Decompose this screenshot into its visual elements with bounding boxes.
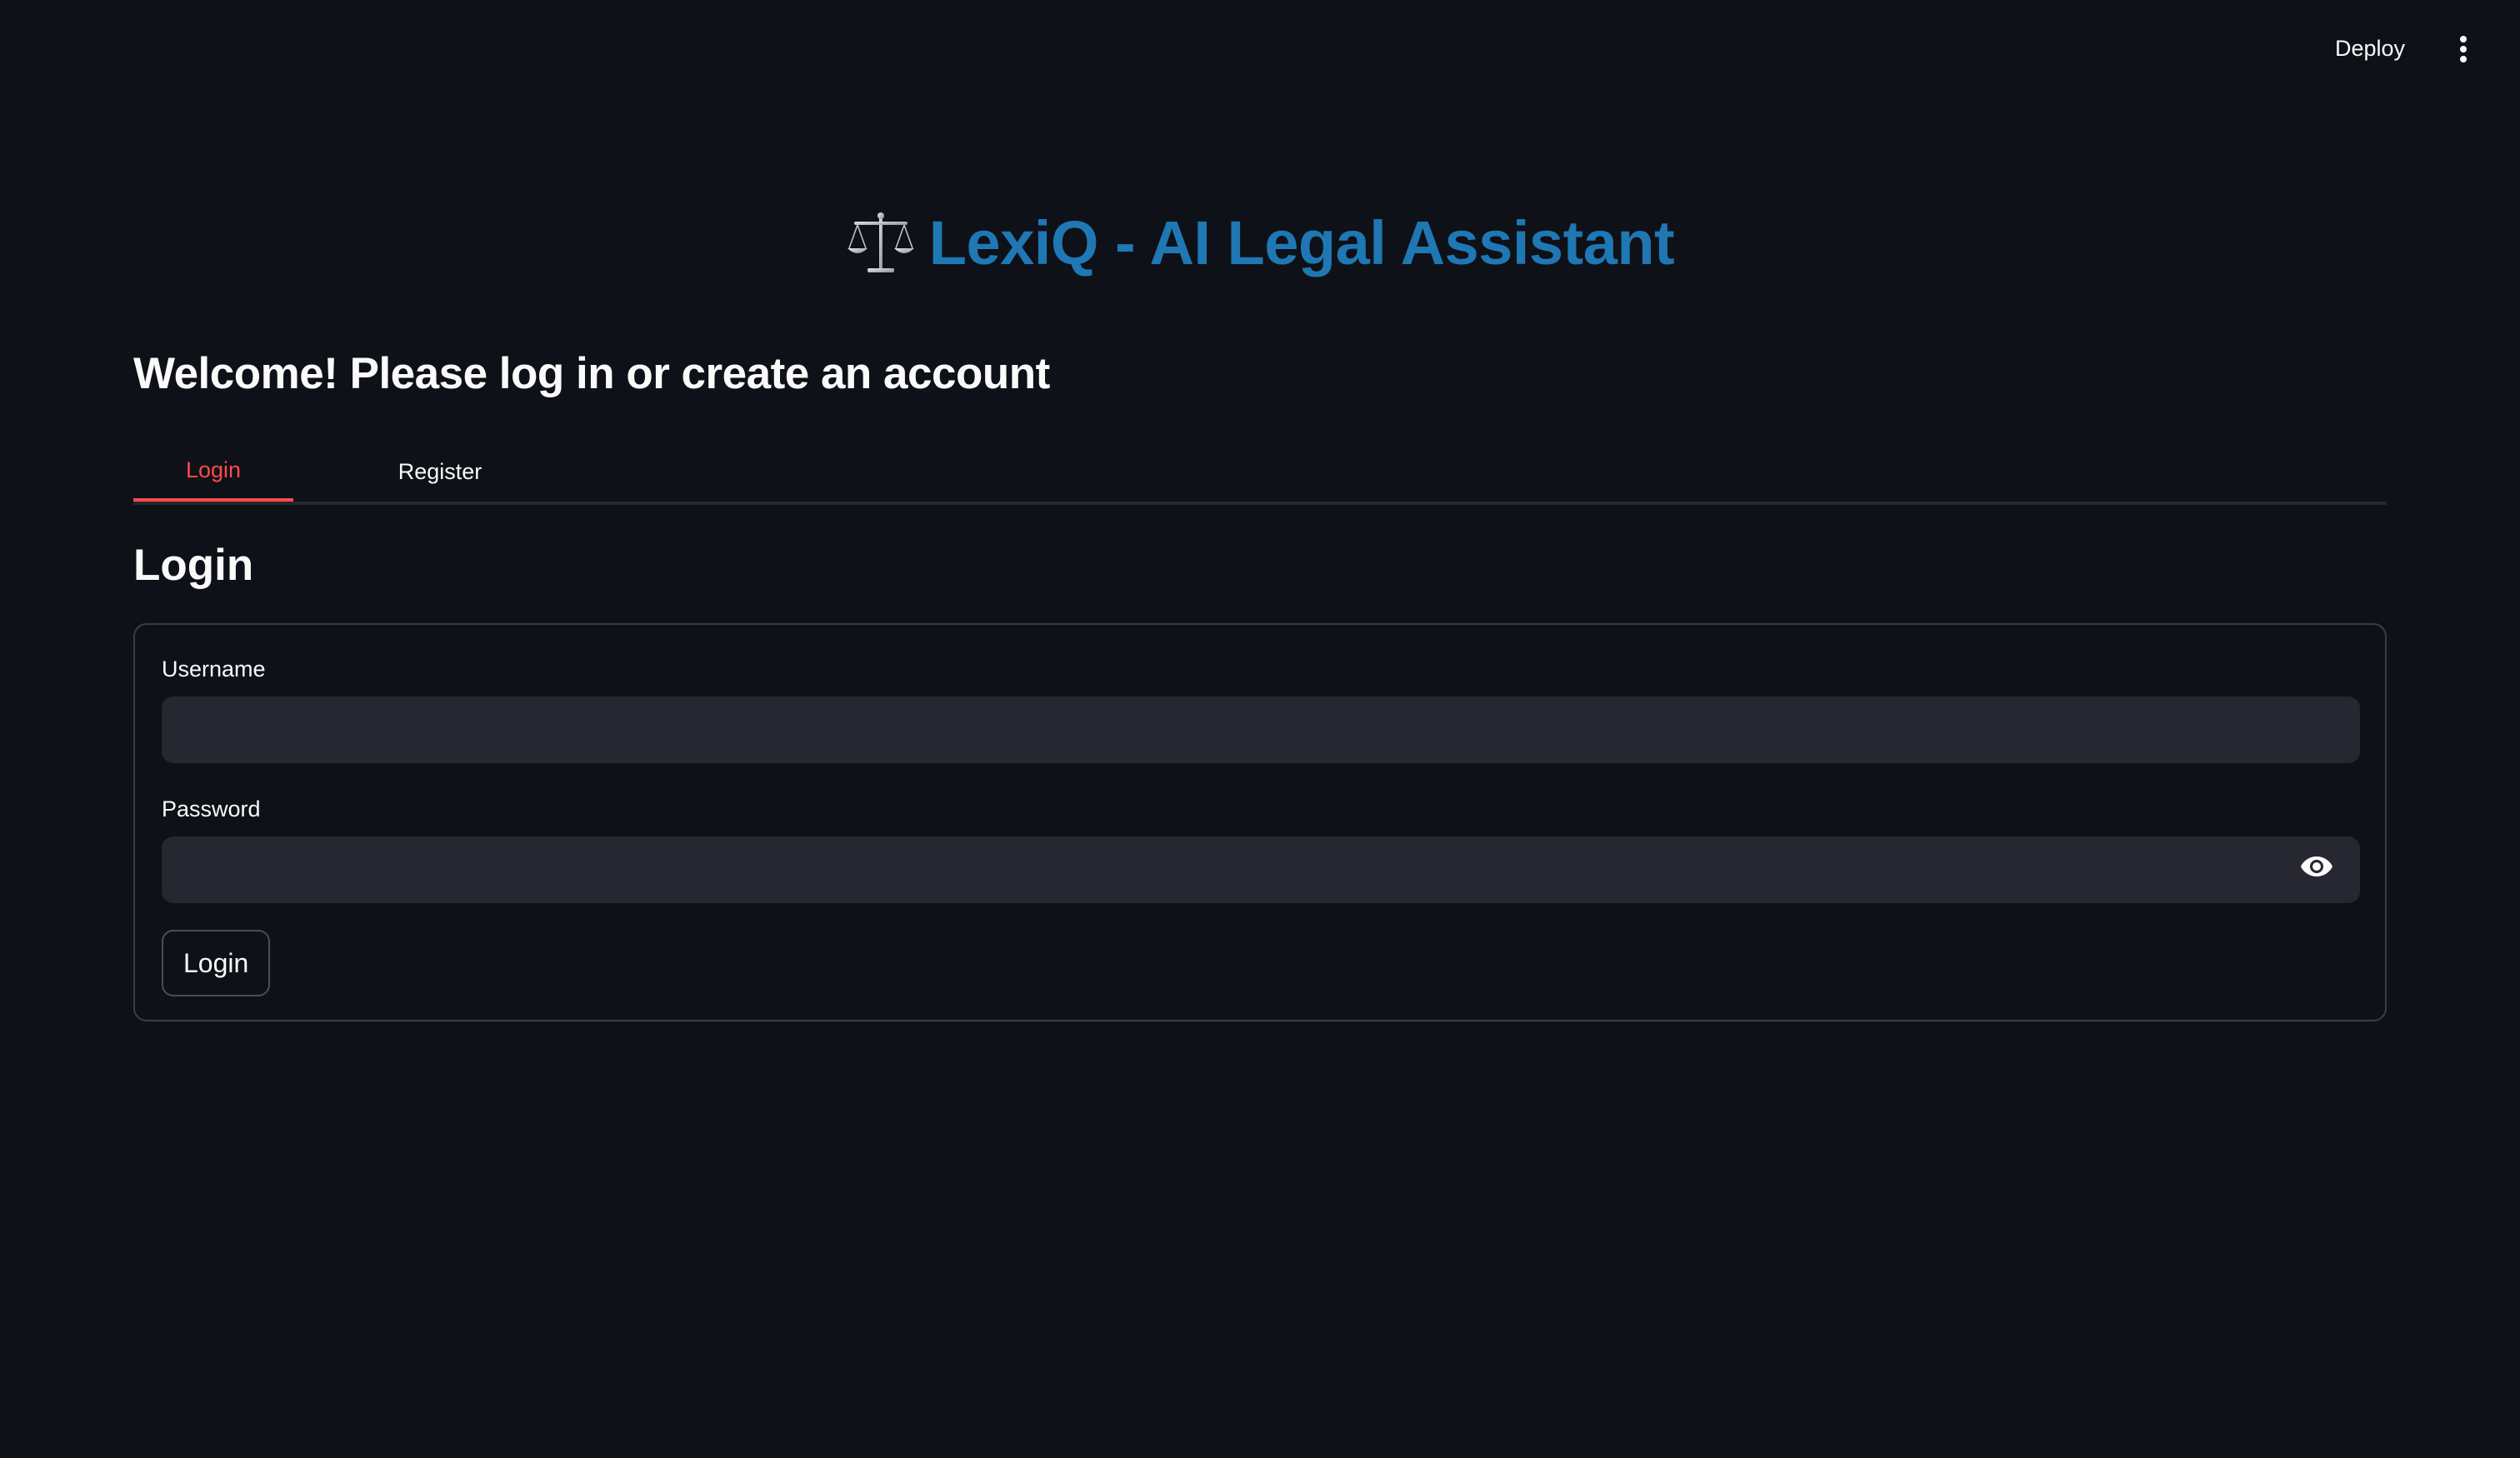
- login-form: Username Password Login: [133, 623, 2387, 1021]
- tab-login[interactable]: Login: [133, 442, 293, 502]
- title-row: LexiQ - AI Legal Assistant: [133, 208, 2387, 278]
- top-header: Deploy: [0, 0, 2520, 98]
- password-label: Password: [162, 796, 261, 821]
- tab-register[interactable]: Register: [293, 442, 587, 502]
- page-title: LexiQ - AI Legal Assistant: [928, 208, 1675, 277]
- balance-scale-icon: [847, 212, 914, 272]
- kebab-vertical-icon: [2460, 36, 2467, 62]
- auth-tabs: Login Register: [133, 442, 2387, 505]
- login-heading: Login: [133, 541, 254, 590]
- deploy-button[interactable]: Deploy: [2322, 28, 2418, 68]
- password-visibility-toggle[interactable]: [2298, 850, 2335, 883]
- password-input[interactable]: [162, 836, 2360, 903]
- app-root: Deploy LexiQ - AI Legal Assistant Welcom…: [0, 0, 2520, 1458]
- main-menu-button[interactable]: [2440, 28, 2487, 70]
- username-label: Username: [162, 657, 266, 682]
- welcome-subtitle: Welcome! Please log in or create an acco…: [133, 349, 1050, 398]
- username-input[interactable]: [162, 697, 2360, 763]
- eye-icon: [2301, 856, 2332, 876]
- login-submit-button[interactable]: Login: [162, 930, 271, 996]
